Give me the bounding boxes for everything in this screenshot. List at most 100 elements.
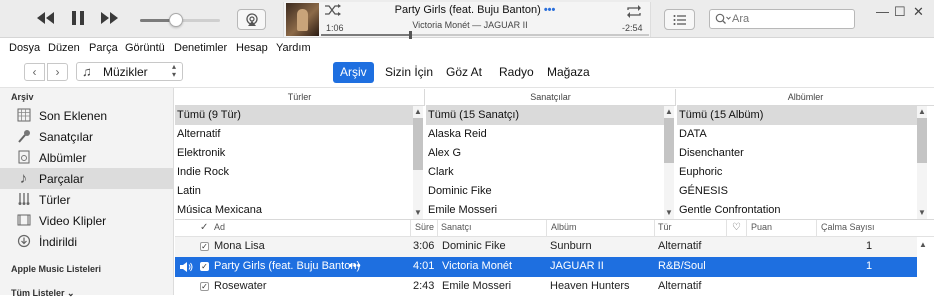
menu-file[interactable]: Dosya (9, 42, 40, 54)
minimize-button[interactable]: — (876, 4, 889, 19)
table-row[interactable]: ✓ Rosewater 2:43 Emile Mosseri Heaven Hu… (175, 277, 917, 297)
sidebar-item-artists[interactable]: Sanatçılar (0, 126, 173, 147)
column-header-check[interactable]: ✓ (200, 222, 208, 233)
scroll-down-icon[interactable]: ▼ (664, 208, 674, 217)
maximize-button[interactable]: ☐ (894, 4, 906, 20)
browser-header-genres[interactable]: Türler (175, 89, 425, 106)
scrollbar-albums[interactable] (917, 106, 927, 219)
song-album: Sunburn (550, 240, 592, 252)
list-item[interactable]: Alex G (426, 144, 664, 163)
scrollbar-thumb[interactable] (413, 118, 423, 170)
search-field[interactable] (709, 9, 855, 29)
scrollbar-thumb[interactable] (917, 118, 927, 163)
list-item[interactable]: Gentle Confrontation (677, 201, 917, 219)
column-header-album[interactable]: Albüm (551, 222, 577, 232)
list-item[interactable]: Disenchanter (677, 144, 917, 163)
column-header-plays[interactable]: Çalma Sayısı (821, 222, 875, 232)
column-header-artist[interactable]: Sanatçı (441, 222, 472, 232)
forward-button[interactable]: › (47, 63, 68, 81)
song-time: 4:01 (413, 260, 435, 272)
search-input[interactable] (732, 12, 850, 26)
list-item[interactable]: Tümü (9 Tür) (175, 106, 413, 125)
sidebar-item-music-videos[interactable]: Video Klipler (0, 210, 173, 231)
scroll-up-icon[interactable]: ▲ (918, 240, 928, 249)
browser-header-albums[interactable]: Albümler (677, 89, 934, 106)
menu-account[interactable]: Hesap (236, 42, 268, 54)
song-artist: Dominic Fike (442, 240, 506, 252)
pause-icon[interactable] (68, 10, 88, 30)
scrollbar-artists[interactable] (664, 106, 674, 219)
song-checkbox[interactable]: ✓ (200, 242, 209, 251)
menu-edit[interactable]: Düzen (48, 42, 80, 54)
sidebar-item-label: Türler (39, 193, 71, 207)
scroll-down-icon[interactable]: ▼ (413, 208, 423, 217)
tab-library[interactable]: Arşiv (333, 62, 374, 83)
album-icon (16, 150, 31, 165)
sidebar-section-all-playlists[interactable]: Tüm Listeler ⌄ (11, 288, 75, 299)
column-header-time[interactable]: Süre (415, 222, 434, 232)
list-item[interactable]: Dominic Fike (426, 182, 664, 201)
menu-controls[interactable]: Denetimler (174, 42, 227, 54)
sidebar-item-downloaded[interactable]: İndirildi (0, 231, 173, 252)
fast-forward-icon[interactable] (99, 11, 121, 29)
table-row-now-playing[interactable]: ✓ Party Girls (feat. Buju Banton) ••• 4:… (175, 257, 917, 277)
scroll-up-icon[interactable]: ▲ (413, 107, 423, 116)
list-item[interactable]: Latin (175, 182, 413, 201)
song-name: Mona Lisa (214, 240, 265, 252)
sidebar-item-recently-added[interactable]: Son Eklenen (0, 105, 173, 126)
scroll-up-icon[interactable]: ▲ (917, 107, 927, 116)
list-item[interactable]: Tümü (15 Albüm) (677, 106, 917, 125)
browser-header-artists[interactable]: Sanatçılar (426, 89, 676, 106)
back-button[interactable]: ‹ (24, 63, 45, 81)
list-item[interactable]: Tümü (15 Sanatçı) (426, 106, 664, 125)
up-next-button[interactable] (664, 9, 695, 30)
airplay-button[interactable] (237, 9, 266, 30)
close-button[interactable]: ✕ (913, 4, 924, 20)
menu-help[interactable]: Yardım (276, 42, 311, 54)
volume-slider-knob[interactable] (169, 13, 183, 27)
browser-list-artists: Tümü (15 Sanatçı) Alaska Reid Alex G Cla… (426, 106, 664, 219)
scrollbar-thumb[interactable] (664, 118, 674, 163)
media-type-select[interactable]: ♫ Müzikler ▴ ▾ (76, 62, 183, 81)
genres-icon (16, 192, 31, 207)
song-checkbox[interactable]: ✓ (200, 282, 209, 291)
list-item[interactable]: Música Mexicana (175, 201, 413, 219)
column-header-rating[interactable]: Puan (751, 222, 772, 232)
column-header-genre[interactable]: Tür (658, 222, 672, 232)
repeat-icon[interactable] (625, 5, 643, 21)
menu-view[interactable]: Görüntü (125, 42, 165, 54)
column-separator (816, 220, 817, 236)
progress-bar-knob[interactable] (409, 31, 412, 39)
list-item[interactable]: Alaska Reid (426, 125, 664, 144)
song-more-button[interactable]: ••• (349, 260, 361, 272)
list-item[interactable]: Indie Rock (175, 163, 413, 182)
list-item[interactable]: GÉNESIS (677, 182, 917, 201)
album-artwork[interactable] (286, 3, 319, 36)
column-header-love[interactable]: ♡ (732, 222, 741, 233)
table-row[interactable]: ✓ Mona Lisa 3:06 Dominic Fike Sunburn Al… (175, 237, 917, 257)
sidebar-item-genres[interactable]: Türler (0, 189, 173, 210)
scroll-up-icon[interactable]: ▲ (664, 107, 674, 116)
sidebar-item-songs[interactable]: ♪ Parçalar (0, 168, 173, 189)
sidebar-item-label: Son Eklenen (39, 109, 108, 123)
song-plays: 1 (866, 260, 873, 272)
tab-for-you[interactable]: Sizin İçin (378, 62, 440, 83)
tab-store[interactable]: Mağaza (540, 62, 597, 83)
song-checkbox[interactable]: ✓ (200, 262, 209, 271)
column-header-name[interactable]: Ad (214, 222, 225, 232)
list-item[interactable]: Euphoric (677, 163, 917, 182)
scrollbar-genres[interactable] (413, 106, 423, 219)
search-icon (715, 13, 731, 28)
tab-radio[interactable]: Radyo (492, 62, 541, 83)
rewind-icon[interactable] (34, 11, 56, 29)
list-item[interactable]: Emile Mosseri (426, 201, 664, 219)
menu-song[interactable]: Parça (89, 42, 118, 54)
list-item[interactable]: Elektronik (175, 144, 413, 163)
list-item[interactable]: DATA (677, 125, 917, 144)
song-more-button[interactable]: ••• (544, 4, 556, 16)
tab-browse[interactable]: Göz At (439, 62, 489, 83)
list-item[interactable]: Alternatif (175, 125, 413, 144)
scroll-down-icon[interactable]: ▼ (917, 208, 927, 217)
list-item[interactable]: Clark (426, 163, 664, 182)
sidebar-item-albums[interactable]: Albümler (0, 147, 173, 168)
